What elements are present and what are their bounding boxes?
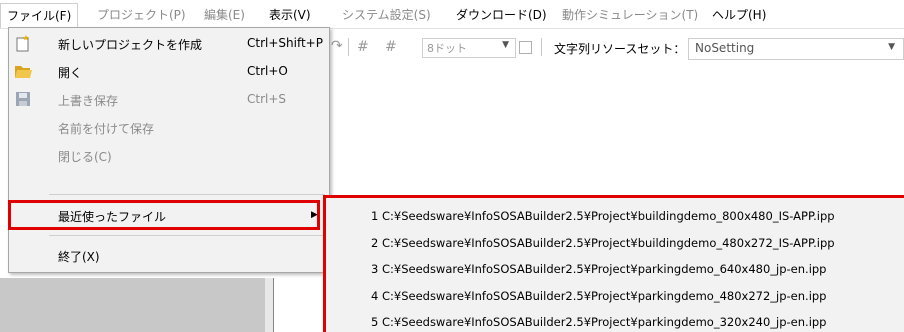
menu-view[interactable]: 表示(V) bbox=[269, 6, 311, 24]
recent-files-submenu: 1 C:¥Seedsware¥InfoSOSABuilder2.5¥Projec… bbox=[323, 195, 904, 332]
open-folder-icon bbox=[13, 62, 33, 82]
toolbar-separator bbox=[348, 38, 349, 56]
menu-item-label: 開く bbox=[58, 66, 83, 80]
recent-file-item[interactable]: 3 C:¥Seedsware¥InfoSOSABuilder2.5¥Projec… bbox=[371, 262, 827, 276]
panel-splitter[interactable] bbox=[265, 278, 274, 332]
toggle-box-icon[interactable] bbox=[519, 41, 532, 54]
menu-item-label: 終了(X) bbox=[58, 250, 100, 264]
chevron-down-icon: ▼ bbox=[888, 42, 895, 52]
menu-item-label: 名前を付けて保存 bbox=[58, 122, 155, 136]
menu-help[interactable]: ヘルプ(H) bbox=[712, 6, 766, 24]
grid-icon[interactable]: # bbox=[357, 39, 369, 55]
resource-set-value: NoSetting bbox=[695, 41, 755, 55]
recent-file-item[interactable]: 1 C:¥Seedsware¥InfoSOSABuilder2.5¥Projec… bbox=[371, 209, 835, 223]
resource-set-label: 文字列リソースセット： bbox=[554, 42, 686, 56]
grid-size-value: 8ドット bbox=[427, 42, 467, 55]
menu-item-shortcut: Ctrl+O bbox=[247, 64, 288, 78]
menu-project[interactable]: プロジェクト(P) bbox=[97, 6, 186, 24]
menu-item-save-as[interactable]: 名前を付けて保存 bbox=[9, 114, 329, 142]
save-icon bbox=[13, 90, 33, 110]
resource-set-select[interactable]: NoSetting ▼ bbox=[688, 38, 904, 60]
menu-file[interactable]: ファイル(F) bbox=[0, 3, 79, 28]
menu-separator bbox=[49, 235, 325, 236]
menu-simulation[interactable]: 動作シミュレーション(T) bbox=[562, 6, 698, 24]
chevron-down-icon: ▼ bbox=[502, 40, 509, 50]
recent-file-item[interactable]: 4 C:¥Seedsware¥InfoSOSABuilder2.5¥Projec… bbox=[371, 289, 827, 303]
menu-item-new-project[interactable]: 新しいプロジェクトを作成 Ctrl+Shift+P bbox=[9, 30, 329, 58]
menu-download[interactable]: ダウンロード(D) bbox=[456, 6, 547, 24]
menu-separator bbox=[49, 194, 325, 195]
project-tree-panel bbox=[0, 278, 266, 332]
menu-edit[interactable]: 編集(E) bbox=[204, 6, 245, 24]
grid-size-select[interactable]: 8ドット ▼ bbox=[422, 38, 516, 58]
menu-item-exit[interactable]: 終了(X) bbox=[9, 242, 329, 270]
snap-grid-icon[interactable]: # bbox=[385, 39, 397, 55]
menu-bar: ファイル(F) プロジェクト(P) 編集(E) 表示(V) システム設定(S) … bbox=[0, 0, 904, 29]
recent-file-item[interactable]: 2 C:¥Seedsware¥InfoSOSABuilder2.5¥Projec… bbox=[371, 236, 835, 250]
menu-item-shortcut: Ctrl+S bbox=[247, 92, 287, 106]
menu-item-shortcut: Ctrl+Shift+P bbox=[247, 36, 323, 50]
menu-item-label: 新しいプロジェクトを作成 bbox=[58, 38, 203, 52]
recent-files-highlight bbox=[8, 200, 320, 230]
redo-icon[interactable]: ↷ bbox=[331, 38, 343, 54]
recent-file-item[interactable]: 5 C:¥Seedsware¥InfoSOSABuilder2.5¥Projec… bbox=[371, 315, 827, 329]
menu-system-settings[interactable]: システム設定(S) bbox=[342, 6, 431, 24]
menu-item-label: 上書き保存 bbox=[58, 94, 119, 108]
menu-item-save[interactable]: 上書き保存 Ctrl+S bbox=[9, 86, 329, 114]
new-project-icon bbox=[13, 34, 33, 54]
menu-item-close[interactable]: 閉じる(C) bbox=[9, 142, 329, 170]
menu-item-label: 閉じる(C) bbox=[58, 150, 112, 164]
file-menu-dropdown: 新しいプロジェクトを作成 Ctrl+Shift+P 開く Ctrl+O 上書き保… bbox=[8, 27, 330, 273]
menu-item-open[interactable]: 開く Ctrl+O bbox=[9, 58, 329, 86]
toolbar-separator bbox=[541, 38, 542, 56]
